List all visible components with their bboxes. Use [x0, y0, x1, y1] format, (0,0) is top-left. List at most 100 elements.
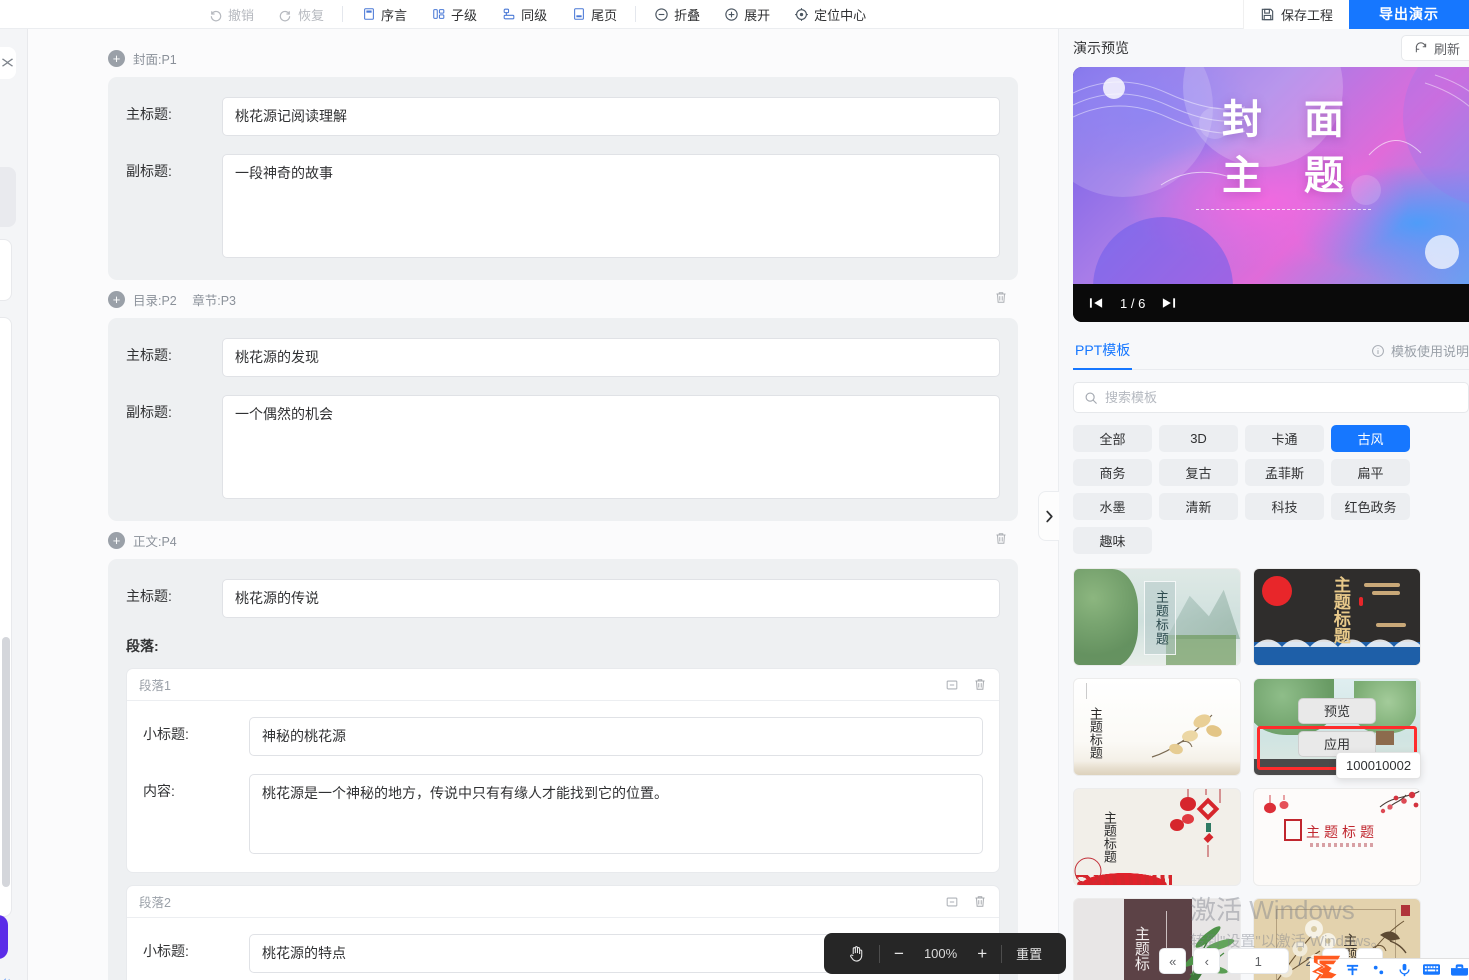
section-label-toc: 目录:P2 章节:P3 — [133, 290, 236, 309]
template-card-1[interactable]: 主题标题 — [1073, 568, 1241, 666]
export-show-button[interactable]: 导出演示 — [1349, 0, 1469, 29]
chip-fresh[interactable]: 清新 — [1159, 493, 1238, 520]
pager-prev-button[interactable]: ‹ — [1193, 948, 1220, 974]
tab-ppt-template[interactable]: PPT模板 — [1073, 332, 1132, 370]
section-card-cover: 主标题: 副标题: — [108, 77, 1018, 280]
preface-icon — [361, 7, 376, 22]
chip-3d[interactable]: 3D — [1159, 425, 1238, 452]
outline-editor[interactable]: + 封面:P1 主标题: 副标题: + 目录:P2 — [27, 29, 1058, 980]
endpage-button[interactable]: 尾页 — [559, 1, 629, 27]
edge-tool-card[interactable] — [0, 47, 16, 79]
pager-first-button[interactable]: « — [1159, 948, 1186, 974]
template-card-5[interactable]: 主题标题 — [1073, 788, 1241, 886]
delete-paragraph-button-1[interactable] — [973, 677, 987, 692]
ime-chinese-mode-icon[interactable] — [1345, 962, 1360, 977]
chip-ancient-style[interactable]: 古风 — [1331, 425, 1410, 452]
template-preview-button[interactable]: 预览 — [1298, 698, 1376, 724]
undo-button[interactable]: 撤销 — [196, 1, 266, 27]
ime-toolbox-icon[interactable] — [1451, 964, 1468, 976]
subtitle-input-p1[interactable] — [249, 717, 983, 756]
minus-circle-icon — [654, 7, 669, 22]
collapse-all-button[interactable]: 折叠 — [642, 1, 712, 27]
field-label-sub-title-2: 副标题: — [126, 395, 222, 422]
left-edge-strip — [0, 29, 26, 980]
chip-fun[interactable]: 趣味 — [1073, 527, 1152, 554]
field-row-sub-title-2: 副标题: — [126, 395, 1000, 499]
section-card-toc: 主标题: 副标题: — [108, 318, 1018, 521]
sublevel-label: 子级 — [451, 5, 477, 24]
ime-voice-icon[interactable] — [1397, 962, 1412, 977]
chip-ink[interactable]: 水墨 — [1073, 493, 1152, 520]
template-search-box[interactable] — [1073, 382, 1469, 413]
panel-collapse-handle[interactable] — [1038, 491, 1059, 541]
save-project-label: 保存工程 — [1281, 5, 1333, 24]
zoom-reset-button[interactable]: 重置 — [1006, 933, 1052, 974]
delete-paragraph-button-2[interactable] — [973, 894, 987, 909]
search-icon — [1084, 391, 1098, 405]
chip-flat[interactable]: 扁平 — [1331, 459, 1410, 486]
template-caption-3: 主题标题 — [1087, 707, 1101, 759]
refresh-button[interactable]: 刷新 — [1401, 35, 1469, 61]
collapse-paragraph-button-1[interactable] — [945, 678, 959, 692]
edge-accent-button[interactable] — [0, 915, 8, 959]
delete-section-button-2[interactable] — [994, 290, 1008, 308]
section-header-toc: + 目录:P2 章节:P3 — [108, 280, 1018, 318]
template-category-chips: 全部 3D 卡通 古风 商务 复古 孟菲斯 扁平 水墨 清新 科技 红色政务 趣… — [1073, 425, 1469, 554]
chip-red-government[interactable]: 红色政务 — [1331, 493, 1410, 520]
preview-next-button[interactable] — [1161, 297, 1176, 309]
tpl1-mountain — [1166, 579, 1240, 639]
sub-title-textarea-2[interactable] — [222, 395, 1000, 499]
refresh-label: 刷新 — [1434, 39, 1460, 58]
sublevel-button[interactable]: 子级 — [419, 1, 489, 27]
edge-scrollbar[interactable] — [2, 637, 10, 887]
tpl1-bank — [1166, 635, 1236, 665]
sub-title-textarea-1[interactable] — [222, 154, 1000, 258]
template-help-link[interactable]: 模板使用说明 — [1371, 341, 1469, 360]
main-title-input-3[interactable] — [222, 579, 1000, 618]
main-title-input-1[interactable] — [222, 97, 1000, 136]
add-section-icon-3[interactable]: + — [108, 532, 125, 549]
pager-current-input[interactable]: 1 — [1227, 948, 1289, 974]
tpl6-seal-box — [1284, 819, 1302, 841]
locate-center-button[interactable]: 定位中心 — [782, 1, 878, 27]
expand-all-button[interactable]: 展开 — [712, 1, 782, 27]
section-label-main: 封面:P1 — [133, 53, 177, 67]
section-header-cover: + 封面:P1 — [108, 39, 1018, 77]
zoom-in-button[interactable]: + — [967, 933, 997, 974]
collapse-paragraph-button-2[interactable] — [945, 895, 959, 909]
chip-cartoon[interactable]: 卡通 — [1245, 425, 1324, 452]
tpl2-seal — [1359, 597, 1363, 606]
delete-section-button-3[interactable] — [994, 531, 1008, 549]
field-label-main-title-1: 主标题: — [126, 97, 222, 124]
template-card-2[interactable]: 主题标题 — [1253, 568, 1421, 666]
tpl5-lanterns — [1162, 789, 1234, 867]
paragraph-title-1: 段落1 — [139, 675, 171, 694]
undo-icon — [208, 7, 223, 22]
zoom-out-button[interactable]: − — [884, 933, 914, 974]
add-section-icon[interactable]: + — [108, 50, 125, 67]
chip-tech[interactable]: 科技 — [1245, 493, 1324, 520]
redo-button[interactable]: 恢复 — [266, 1, 336, 27]
template-search-input[interactable] — [1105, 390, 1458, 405]
save-project-button[interactable]: 保存工程 — [1243, 0, 1349, 29]
field-label-main-title-3: 主标题: — [126, 579, 222, 606]
main-title-input-2[interactable] — [222, 338, 1000, 377]
preview-prev-button[interactable] — [1089, 297, 1104, 309]
chip-retro[interactable]: 复古 — [1159, 459, 1238, 486]
ime-keyboard-icon[interactable] — [1423, 963, 1440, 976]
ime-punctuation-icon[interactable] — [1371, 962, 1386, 977]
tpl3-magnolia — [1146, 703, 1238, 765]
sogou-ime-logo[interactable] — [1308, 952, 1346, 980]
chip-business[interactable]: 商务 — [1073, 459, 1152, 486]
template-card-6[interactable]: 主题标题 — [1253, 788, 1421, 886]
presentation-preview[interactable]: 封 面 主 题 1 / 6 — [1073, 67, 1469, 322]
samelevel-button[interactable]: 同级 — [489, 1, 559, 27]
add-section-icon-2[interactable]: + — [108, 291, 125, 308]
chip-memphis[interactable]: 孟菲斯 — [1245, 459, 1324, 486]
template-card-3[interactable]: 主题标题 — [1073, 678, 1241, 776]
pan-tool-button[interactable] — [838, 933, 875, 974]
content-textarea-p1[interactable] — [249, 774, 983, 854]
chip-all[interactable]: 全部 — [1073, 425, 1152, 452]
tpl2-cloud-2 — [1372, 591, 1400, 595]
preface-button[interactable]: 序言 — [349, 1, 419, 27]
